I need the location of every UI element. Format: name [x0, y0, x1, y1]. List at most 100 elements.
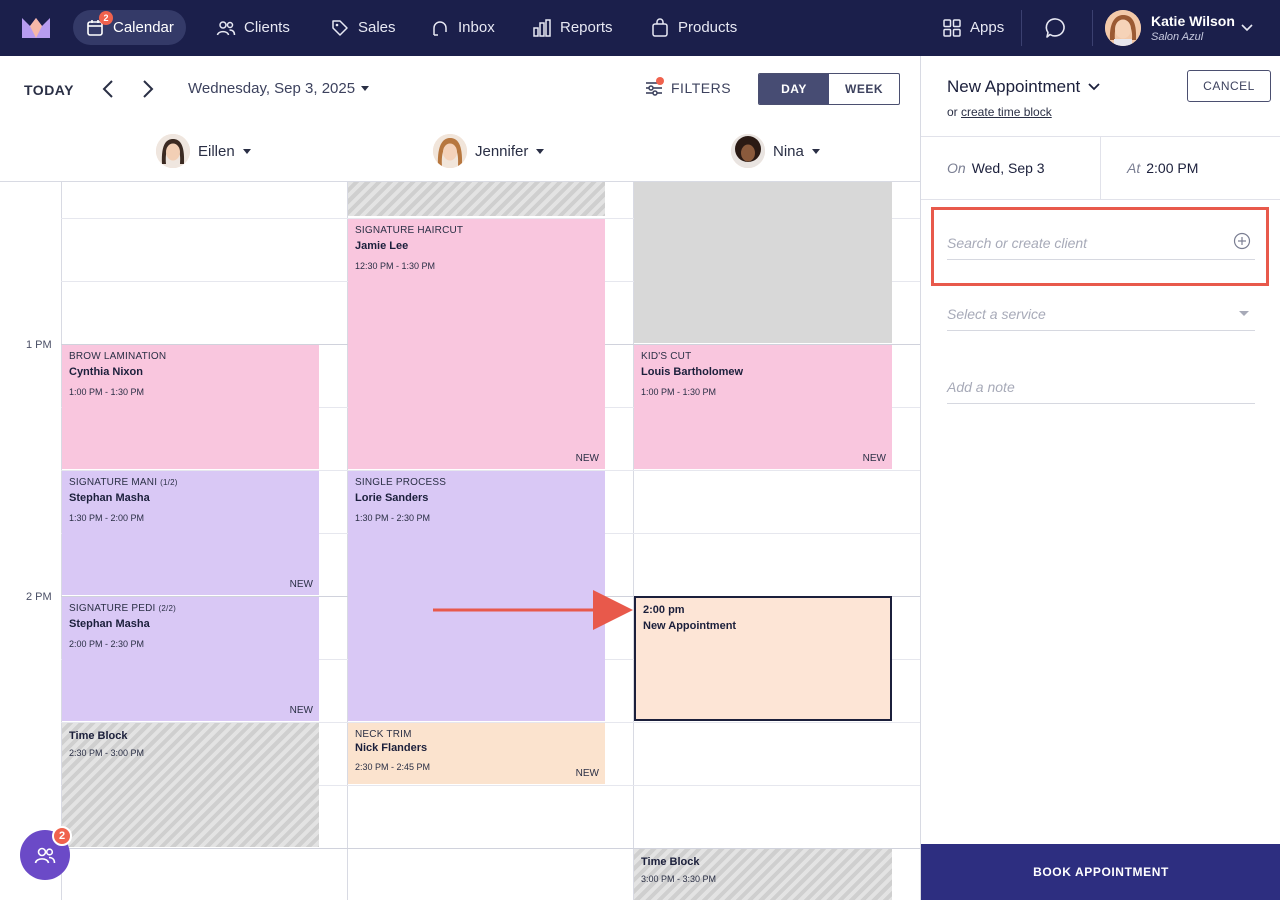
- staff-header-nina[interactable]: Nina: [731, 134, 820, 168]
- nav-sales[interactable]: Sales: [318, 10, 408, 45]
- nav-reports[interactable]: Reports: [520, 10, 625, 45]
- team-chat-button[interactable]: 2: [20, 826, 72, 880]
- day-view-button[interactable]: DAY: [759, 74, 829, 104]
- calendar-toolbar: TODAY Wednesday, Sep 3, 2025 FILTERS DAY…: [0, 56, 920, 122]
- appointment-service: SIGNATURE PEDI (2/2): [69, 603, 176, 614]
- chevron-right-icon[interactable]: [136, 78, 158, 100]
- time-field-value: 2:00 PM: [1146, 160, 1199, 176]
- appointment-service: SINGLE PROCESS: [355, 477, 447, 488]
- cancel-button[interactable]: CANCEL: [1187, 70, 1271, 102]
- appointment-client: Lorie Sanders: [355, 492, 429, 504]
- client-search-placeholder: Search or create client: [947, 235, 1088, 251]
- nav-clients-label: Clients: [244, 19, 290, 36]
- time-block-time: 3:00 PM - 3:30 PM: [641, 874, 717, 884]
- caret-down-icon: [1239, 311, 1249, 316]
- nav-apps[interactable]: Apps: [930, 10, 1016, 45]
- client-search-input[interactable]: Search or create client: [947, 232, 1255, 260]
- panel-subtitle-prefix: or: [947, 105, 958, 119]
- plus-circle-icon[interactable]: [1233, 232, 1251, 250]
- profile-salon: Salon Azul: [1151, 31, 1204, 43]
- appointment-time: 2:30 PM - 2:45 PM: [355, 762, 431, 772]
- nav-divider: [1092, 10, 1093, 46]
- new-client-tag: NEW: [289, 705, 313, 716]
- time-block[interactable]: [348, 182, 605, 216]
- staff-header-jennifer[interactable]: Jennifer: [433, 134, 545, 168]
- appointment-client: Nick Flanders: [355, 742, 428, 754]
- nav-calendar[interactable]: 2 Calendar: [73, 10, 186, 45]
- staff-name: Jennifer: [475, 142, 529, 160]
- new-client-tag: NEW: [289, 579, 313, 590]
- inbox-icon: [433, 20, 447, 36]
- appointment-card[interactable]: KID'S CUT Louis Bartholomew 1:00 PM - 1:…: [634, 345, 892, 469]
- notification-badge: 2: [52, 826, 72, 846]
- staff-header-eillen[interactable]: Eillen: [156, 134, 251, 168]
- new-client-tag: NEW: [862, 453, 886, 464]
- today-button[interactable]: TODAY: [24, 82, 74, 98]
- time-field-label: At: [1127, 160, 1141, 176]
- logo-icon[interactable]: [22, 16, 50, 38]
- caret-down-icon: [536, 148, 545, 154]
- new-appointment-label: New Appointment: [643, 620, 737, 632]
- caret-down-icon: [361, 86, 370, 91]
- unavailable-block: [634, 182, 892, 343]
- filters-label: FILTERS: [671, 80, 732, 96]
- calendar-grid[interactable]: 1 PM 2 PM BROW LAMINATION Cynthia Nixon …: [0, 181, 920, 900]
- appointment-client: Stephan Masha: [69, 618, 150, 630]
- users-icon: [216, 20, 236, 35]
- time-label: 2 PM: [26, 591, 52, 603]
- nav-products-label: Products: [678, 19, 738, 36]
- appointment-card[interactable]: SIGNATURE MANI (1/2) Stephan Masha 1:30 …: [62, 471, 319, 595]
- appointment-card[interactable]: BROW LAMINATION Cynthia Nixon 1:00 PM - …: [62, 345, 319, 469]
- sliders-icon: [645, 77, 664, 97]
- filters-button[interactable]: FILTERS: [645, 77, 732, 97]
- note-input[interactable]: Add a note: [947, 379, 1255, 404]
- time-field[interactable]: At 2:00 PM: [1127, 137, 1198, 199]
- time-block[interactable]: Time Block 3:00 PM - 3:30 PM: [634, 849, 892, 900]
- staff-name: Eillen: [198, 142, 235, 160]
- time-label: 1 PM: [26, 339, 52, 351]
- appointment-service: SIGNATURE MANI (1/2): [69, 477, 178, 488]
- staff-name: Nina: [773, 142, 804, 160]
- bar-chart-icon: [533, 18, 551, 37]
- avatar: [156, 134, 190, 168]
- week-view-button[interactable]: WEEK: [829, 74, 899, 104]
- nav-calendar-label: Calendar: [113, 19, 174, 36]
- apps-grid-icon: [943, 18, 961, 37]
- new-appointment-slot[interactable]: 2:00 pm New Appointment: [634, 596, 892, 721]
- panel-title[interactable]: New Appointment: [947, 77, 1100, 97]
- appointment-client: Jamie Lee: [355, 240, 409, 252]
- nav-products[interactable]: Products: [638, 10, 749, 45]
- avatar: [731, 134, 765, 168]
- filters-active-dot: [656, 77, 664, 85]
- nav-apps-label: Apps: [970, 19, 1005, 36]
- time-block-time: 2:30 PM - 3:00 PM: [69, 748, 145, 758]
- appointment-client: Cynthia Nixon: [69, 366, 143, 378]
- create-time-block-link[interactable]: create time block: [961, 105, 1052, 119]
- date-picker[interactable]: Wednesday, Sep 3, 2025: [188, 80, 370, 97]
- appointment-client: Louis Bartholomew: [641, 366, 744, 378]
- book-appointment-button[interactable]: BOOK APPOINTMENT: [921, 844, 1280, 900]
- shopping-bag-icon: [652, 17, 668, 37]
- calendar-badge: 2: [99, 11, 113, 25]
- appointment-card[interactable]: SIGNATURE PEDI (2/2) Stephan Masha 2:00 …: [62, 597, 319, 721]
- nav-divider: [1021, 10, 1022, 46]
- appointment-card[interactable]: SIGNATURE HAIRCUT Jamie Lee 12:30 PM - 1…: [348, 219, 605, 469]
- chat-bubble-icon[interactable]: [1045, 17, 1067, 39]
- nav-inbox[interactable]: Inbox: [418, 10, 507, 45]
- appointment-time: 1:00 PM - 1:30 PM: [641, 387, 717, 397]
- time-block-label: Time Block: [641, 856, 700, 868]
- avatar: [433, 134, 467, 168]
- chevron-down-icon: [1088, 83, 1100, 91]
- date-field[interactable]: On Wed, Sep 3: [947, 137, 1045, 199]
- nav-clients[interactable]: Clients: [204, 10, 302, 45]
- view-toggle: DAY WEEK: [758, 73, 900, 105]
- chevron-down-icon: [1241, 24, 1253, 32]
- time-block[interactable]: Time Block 2:30 PM - 3:00 PM: [62, 723, 319, 847]
- service-select[interactable]: Select a service: [947, 306, 1255, 331]
- appointment-card[interactable]: NECK TRIM Nick Flanders 2:30 PM - 2:45 P…: [348, 723, 605, 784]
- new-appointment-panel: New Appointment or create time block CAN…: [920, 56, 1280, 900]
- appointment-service: BROW LAMINATION: [69, 351, 167, 362]
- profile-menu[interactable]: Katie Wilson Salon Azul: [1105, 10, 1253, 46]
- chevron-left-icon[interactable]: [98, 78, 120, 100]
- date-field-label: On: [947, 160, 966, 176]
